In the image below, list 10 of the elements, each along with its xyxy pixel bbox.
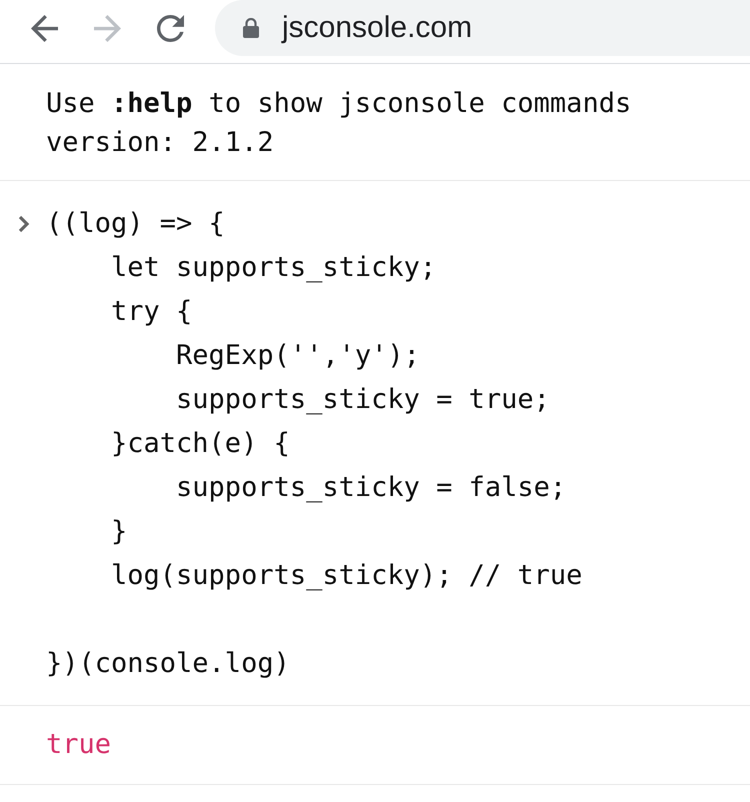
result-text: true [46,728,112,762]
help-text: Use :help to show jsconsole commands [46,87,632,121]
reload-icon [156,14,184,42]
prompt-chevron-icon [18,215,30,233]
code-text: ((log) => { let supports_sticky; try { RegExp('','y'); supports_sticky = true; }catch(e) { supports_sticky = false; } log(supports_sticky); // true })(console.log) [46,207,582,681]
address-bar[interactable]: jsconsole.com [215,0,750,56]
forward-arrow-icon [94,14,120,42]
url-text: jsconsole.com [282,10,472,46]
version-text: version: 2.1.2 [46,126,274,160]
back-arrow-icon [30,14,58,42]
